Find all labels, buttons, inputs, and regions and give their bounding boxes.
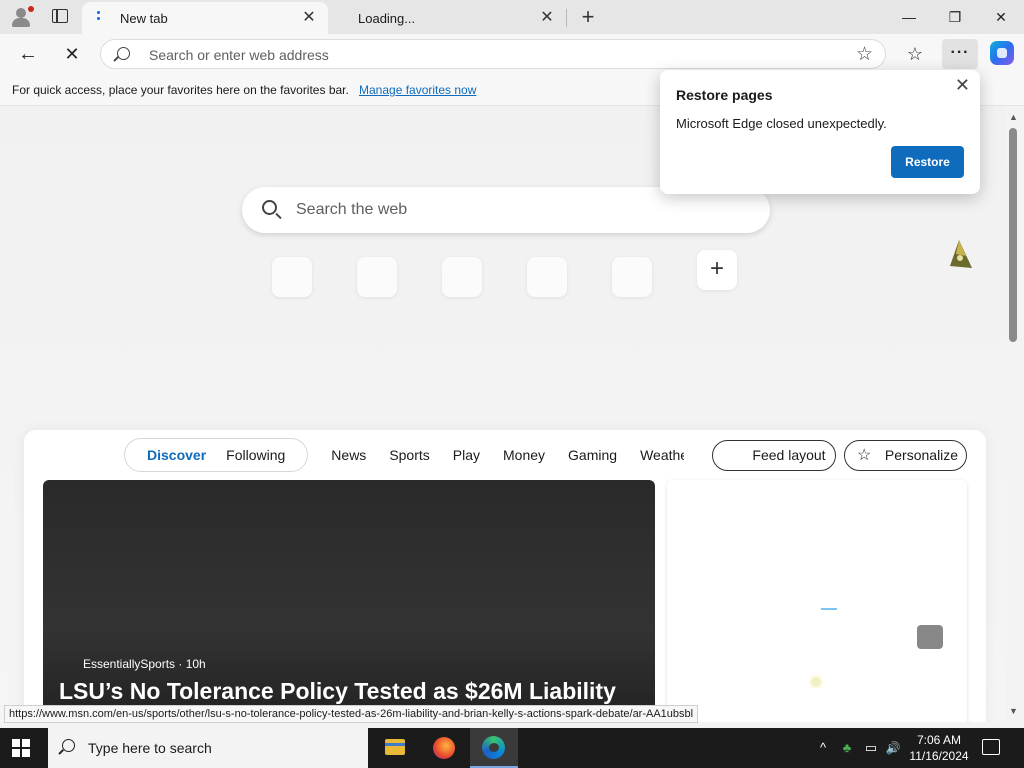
- taskbar: Type here to search ^ ♣ ▭ 🔊 7:06 AM 11/1…: [0, 728, 1024, 768]
- web-search-placeholder: Search the web: [296, 201, 408, 218]
- taskbar-search-placeholder: Type here to search: [88, 740, 212, 756]
- category-sports[interactable]: Sports: [389, 447, 429, 463]
- back-button[interactable]: ←: [14, 40, 42, 68]
- category-money[interactable]: Money: [503, 447, 545, 463]
- dialog-message: Microsoft Edge closed unexpectedly.: [676, 116, 887, 131]
- search-icon: [62, 739, 75, 752]
- clock-time: 7:06 AM: [916, 733, 962, 747]
- search-icon: [117, 47, 130, 60]
- file-explorer-icon[interactable]: [370, 728, 418, 768]
- status-url: https://www.msn.com/en-us/sports/other/l…: [4, 705, 699, 723]
- tab-actions-icon[interactable]: [52, 9, 68, 23]
- add-shortcut-button[interactable]: +: [697, 250, 737, 290]
- loading-bar: [821, 608, 837, 610]
- firefox-icon[interactable]: [420, 728, 468, 768]
- restore-pages-dialog: Restore pages Microsoft Edge closed unex…: [660, 70, 980, 194]
- network-status-icon[interactable]: ♣: [836, 728, 858, 768]
- quick-link[interactable]: [612, 257, 652, 297]
- title-bar: New tab ✕ Loading... ✕ + — ❐ ✕: [0, 0, 1024, 34]
- page-scrollbar[interactable]: ▲ ▼: [1006, 106, 1024, 722]
- quick-link[interactable]: [527, 257, 567, 297]
- close-icon[interactable]: ✕: [955, 75, 970, 96]
- dialog-title: Restore pages: [676, 87, 773, 103]
- mascot-icon[interactable]: [948, 238, 974, 270]
- tab-close-icon[interactable]: ✕: [538, 9, 556, 27]
- personalize-label: Personalize: [884, 447, 959, 463]
- category-news[interactable]: News: [331, 447, 366, 463]
- hero-article[interactable]: EssentiallySports · 10h LSU’s No Toleran…: [43, 480, 655, 722]
- address-placeholder: Search or enter web address: [149, 47, 329, 63]
- address-bar[interactable]: Search or enter web address ☆: [100, 39, 886, 69]
- tab-new-tab[interactable]: New tab ✕: [82, 2, 328, 34]
- new-tab-page: Search the web + Discover Following News…: [0, 106, 1006, 722]
- tab-loading[interactable]: Loading... ✕: [340, 2, 566, 34]
- scrollbar-thumb[interactable]: [1009, 128, 1017, 342]
- restore-window-button[interactable]: ❐: [932, 0, 978, 34]
- minimize-button[interactable]: —: [886, 0, 932, 34]
- edge-icon[interactable]: [470, 728, 518, 768]
- tab-divider: [566, 9, 567, 27]
- notifications-icon[interactable]: [982, 739, 1000, 755]
- scroll-up-icon[interactable]: ▲: [1009, 112, 1018, 122]
- new-tab-button[interactable]: +: [578, 5, 598, 29]
- taskbar-search[interactable]: Type here to search: [48, 728, 368, 768]
- quick-link[interactable]: [442, 257, 482, 297]
- feed-layout-button[interactable]: Feed layout: [712, 440, 836, 471]
- search-icon: [262, 200, 277, 215]
- network-icon[interactable]: ▭: [860, 728, 882, 768]
- browser-toolbar: ← ✕ Search or enter web address ☆ ☆ ···: [0, 34, 1024, 74]
- restore-button[interactable]: Restore: [891, 146, 964, 178]
- tab-discover[interactable]: Discover: [147, 447, 206, 463]
- copilot-icon[interactable]: [990, 41, 1014, 65]
- feed-tabs: Discover Following News Sports Play Mone…: [124, 438, 684, 472]
- article-headline: LSU’s No Tolerance Policy Tested as $26M…: [59, 678, 616, 704]
- feed-mode-switch: Discover Following: [124, 438, 309, 472]
- category-list: News Sports Play Money Gaming Weathe: [308, 447, 684, 463]
- favorites-hint: For quick access, place your favorites h…: [12, 83, 349, 97]
- loading-spinner-icon: [92, 11, 106, 25]
- volume-icon[interactable]: 🔊: [882, 728, 904, 768]
- tab-title: New tab: [120, 10, 168, 26]
- quick-link[interactable]: [357, 257, 397, 297]
- sparkle-icon: ☆: [857, 447, 872, 464]
- tab-following[interactable]: Following: [226, 447, 285, 463]
- stop-loading-button[interactable]: ✕: [58, 40, 86, 68]
- news-feed: Discover Following News Sports Play Mone…: [24, 430, 986, 722]
- close-window-button[interactable]: ✕: [978, 0, 1024, 34]
- show-hidden-icons-button[interactable]: ^: [812, 728, 834, 768]
- article-source: EssentiallySports · 10h: [83, 657, 206, 671]
- scroll-down-icon[interactable]: ▼: [1009, 706, 1018, 716]
- clock-date: 11/16/2024: [909, 749, 969, 763]
- windows-start-icon[interactable]: [12, 739, 30, 757]
- tab-title: Loading...: [358, 10, 416, 26]
- dot-icon: [811, 677, 821, 687]
- category-play[interactable]: Play: [453, 447, 480, 463]
- system-clock[interactable]: 7:06 AM 11/16/2024: [906, 732, 972, 764]
- placeholder-tile: [917, 625, 943, 649]
- personalize-button[interactable]: ☆ Personalize: [844, 440, 967, 471]
- settings-more-button[interactable]: ···: [942, 39, 978, 69]
- quick-link[interactable]: [272, 257, 312, 297]
- profile-icon[interactable]: [10, 5, 34, 29]
- side-card[interactable]: [667, 480, 967, 722]
- category-weather[interactable]: Weathe: [640, 447, 684, 463]
- category-gaming[interactable]: Gaming: [568, 447, 617, 463]
- add-favorite-icon[interactable]: ☆: [856, 43, 873, 66]
- favorites-icon[interactable]: ☆: [900, 40, 930, 68]
- tab-close-icon[interactable]: ✕: [300, 9, 318, 27]
- manage-favorites-link[interactable]: Manage favorites now: [359, 83, 476, 97]
